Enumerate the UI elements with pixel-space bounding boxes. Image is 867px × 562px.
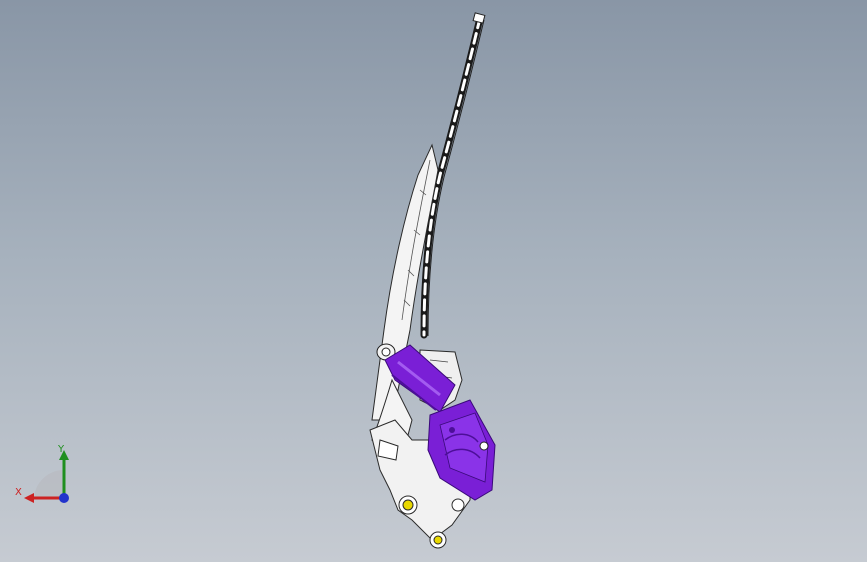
y-axis-label: Y	[58, 444, 65, 455]
wiper-assembly-model[interactable]	[0, 0, 867, 562]
view-orientation-triad: X Y	[12, 442, 76, 508]
x-axis-label: X	[15, 487, 22, 498]
cad-graphics-viewport[interactable]: X Y	[0, 0, 867, 562]
